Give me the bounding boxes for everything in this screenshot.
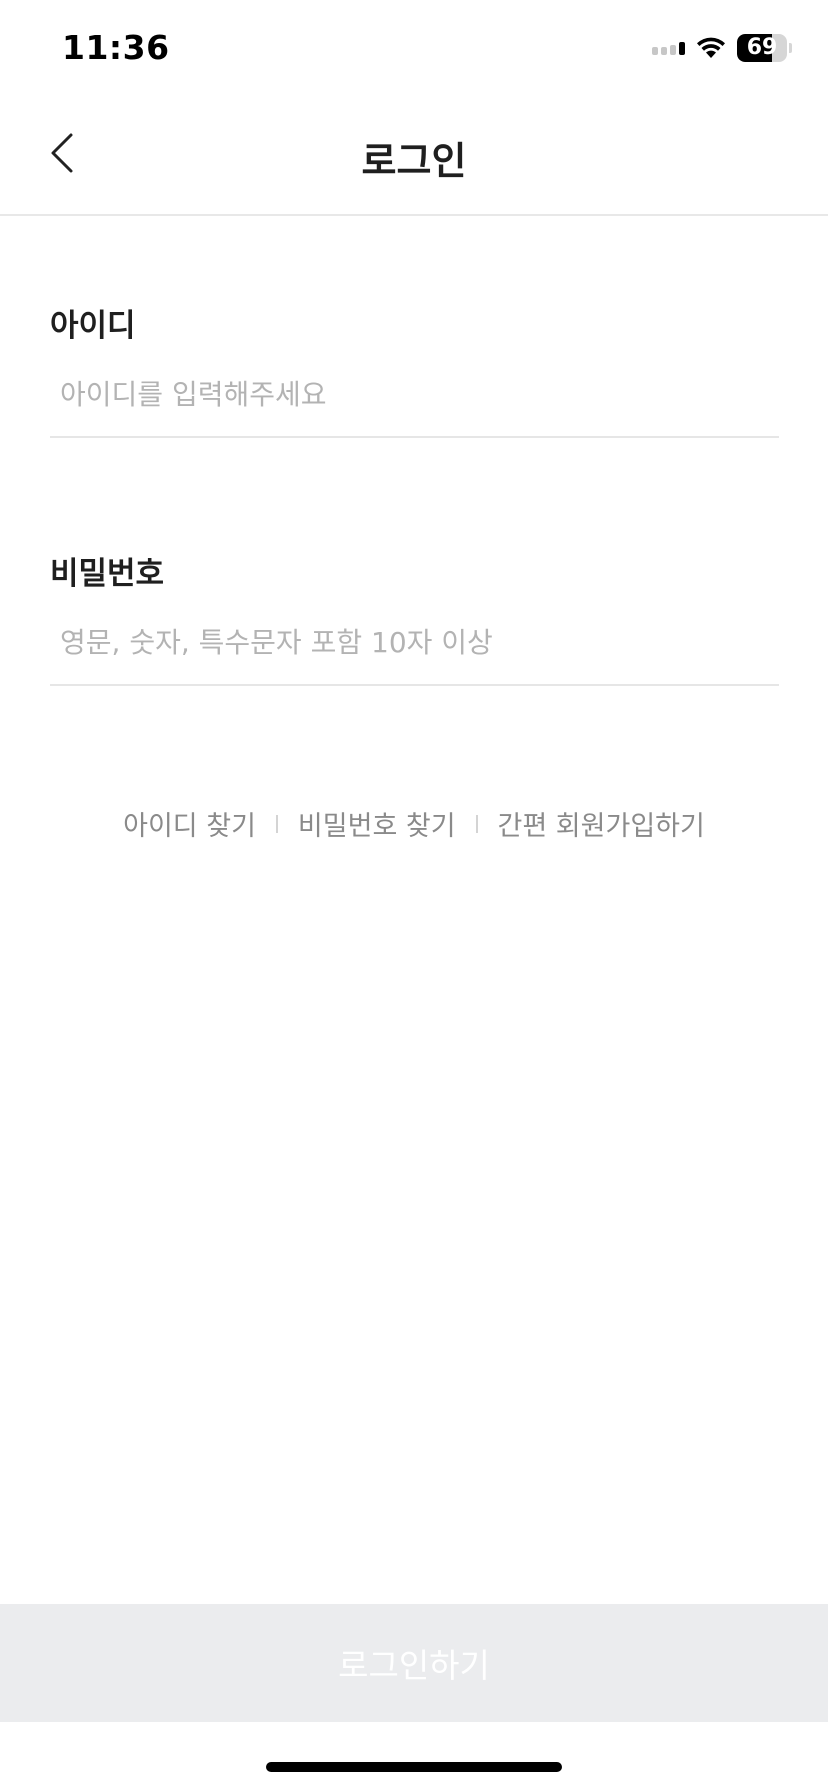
nav-bar: 로그인 <box>0 100 828 216</box>
password-field-group: 비밀번호 <box>50 554 779 686</box>
status-time: 11:36 <box>62 28 170 67</box>
battery-cap <box>789 43 792 53</box>
signup-link[interactable]: 간편 회원가입하기 <box>498 804 705 843</box>
password-input[interactable] <box>50 622 779 686</box>
status-icons: 69 <box>652 33 792 63</box>
link-divider <box>475 814 478 833</box>
account-links: 아이디 찾기 비밀번호 찾기 간편 회원가입하기 <box>0 804 828 843</box>
id-label: 아이디 <box>50 308 136 344</box>
wifi-icon <box>697 37 725 58</box>
cellular-signal-icon <box>652 41 685 55</box>
home-indicator <box>266 1762 562 1772</box>
page-title: 로그인 <box>361 139 467 183</box>
link-divider <box>275 814 278 833</box>
login-button[interactable]: 로그인하기 <box>0 1604 828 1722</box>
id-input[interactable] <box>50 374 779 438</box>
status-bar: 11:36 69 <box>0 0 828 100</box>
id-field-group: 아이디 <box>50 306 779 438</box>
find-id-link[interactable]: 아이디 찾기 <box>123 804 256 843</box>
password-label: 비밀번호 <box>50 556 165 592</box>
battery-icon: 69 <box>737 34 787 62</box>
find-password-link[interactable]: 비밀번호 찾기 <box>298 804 456 843</box>
battery-level: 69 <box>746 35 778 60</box>
